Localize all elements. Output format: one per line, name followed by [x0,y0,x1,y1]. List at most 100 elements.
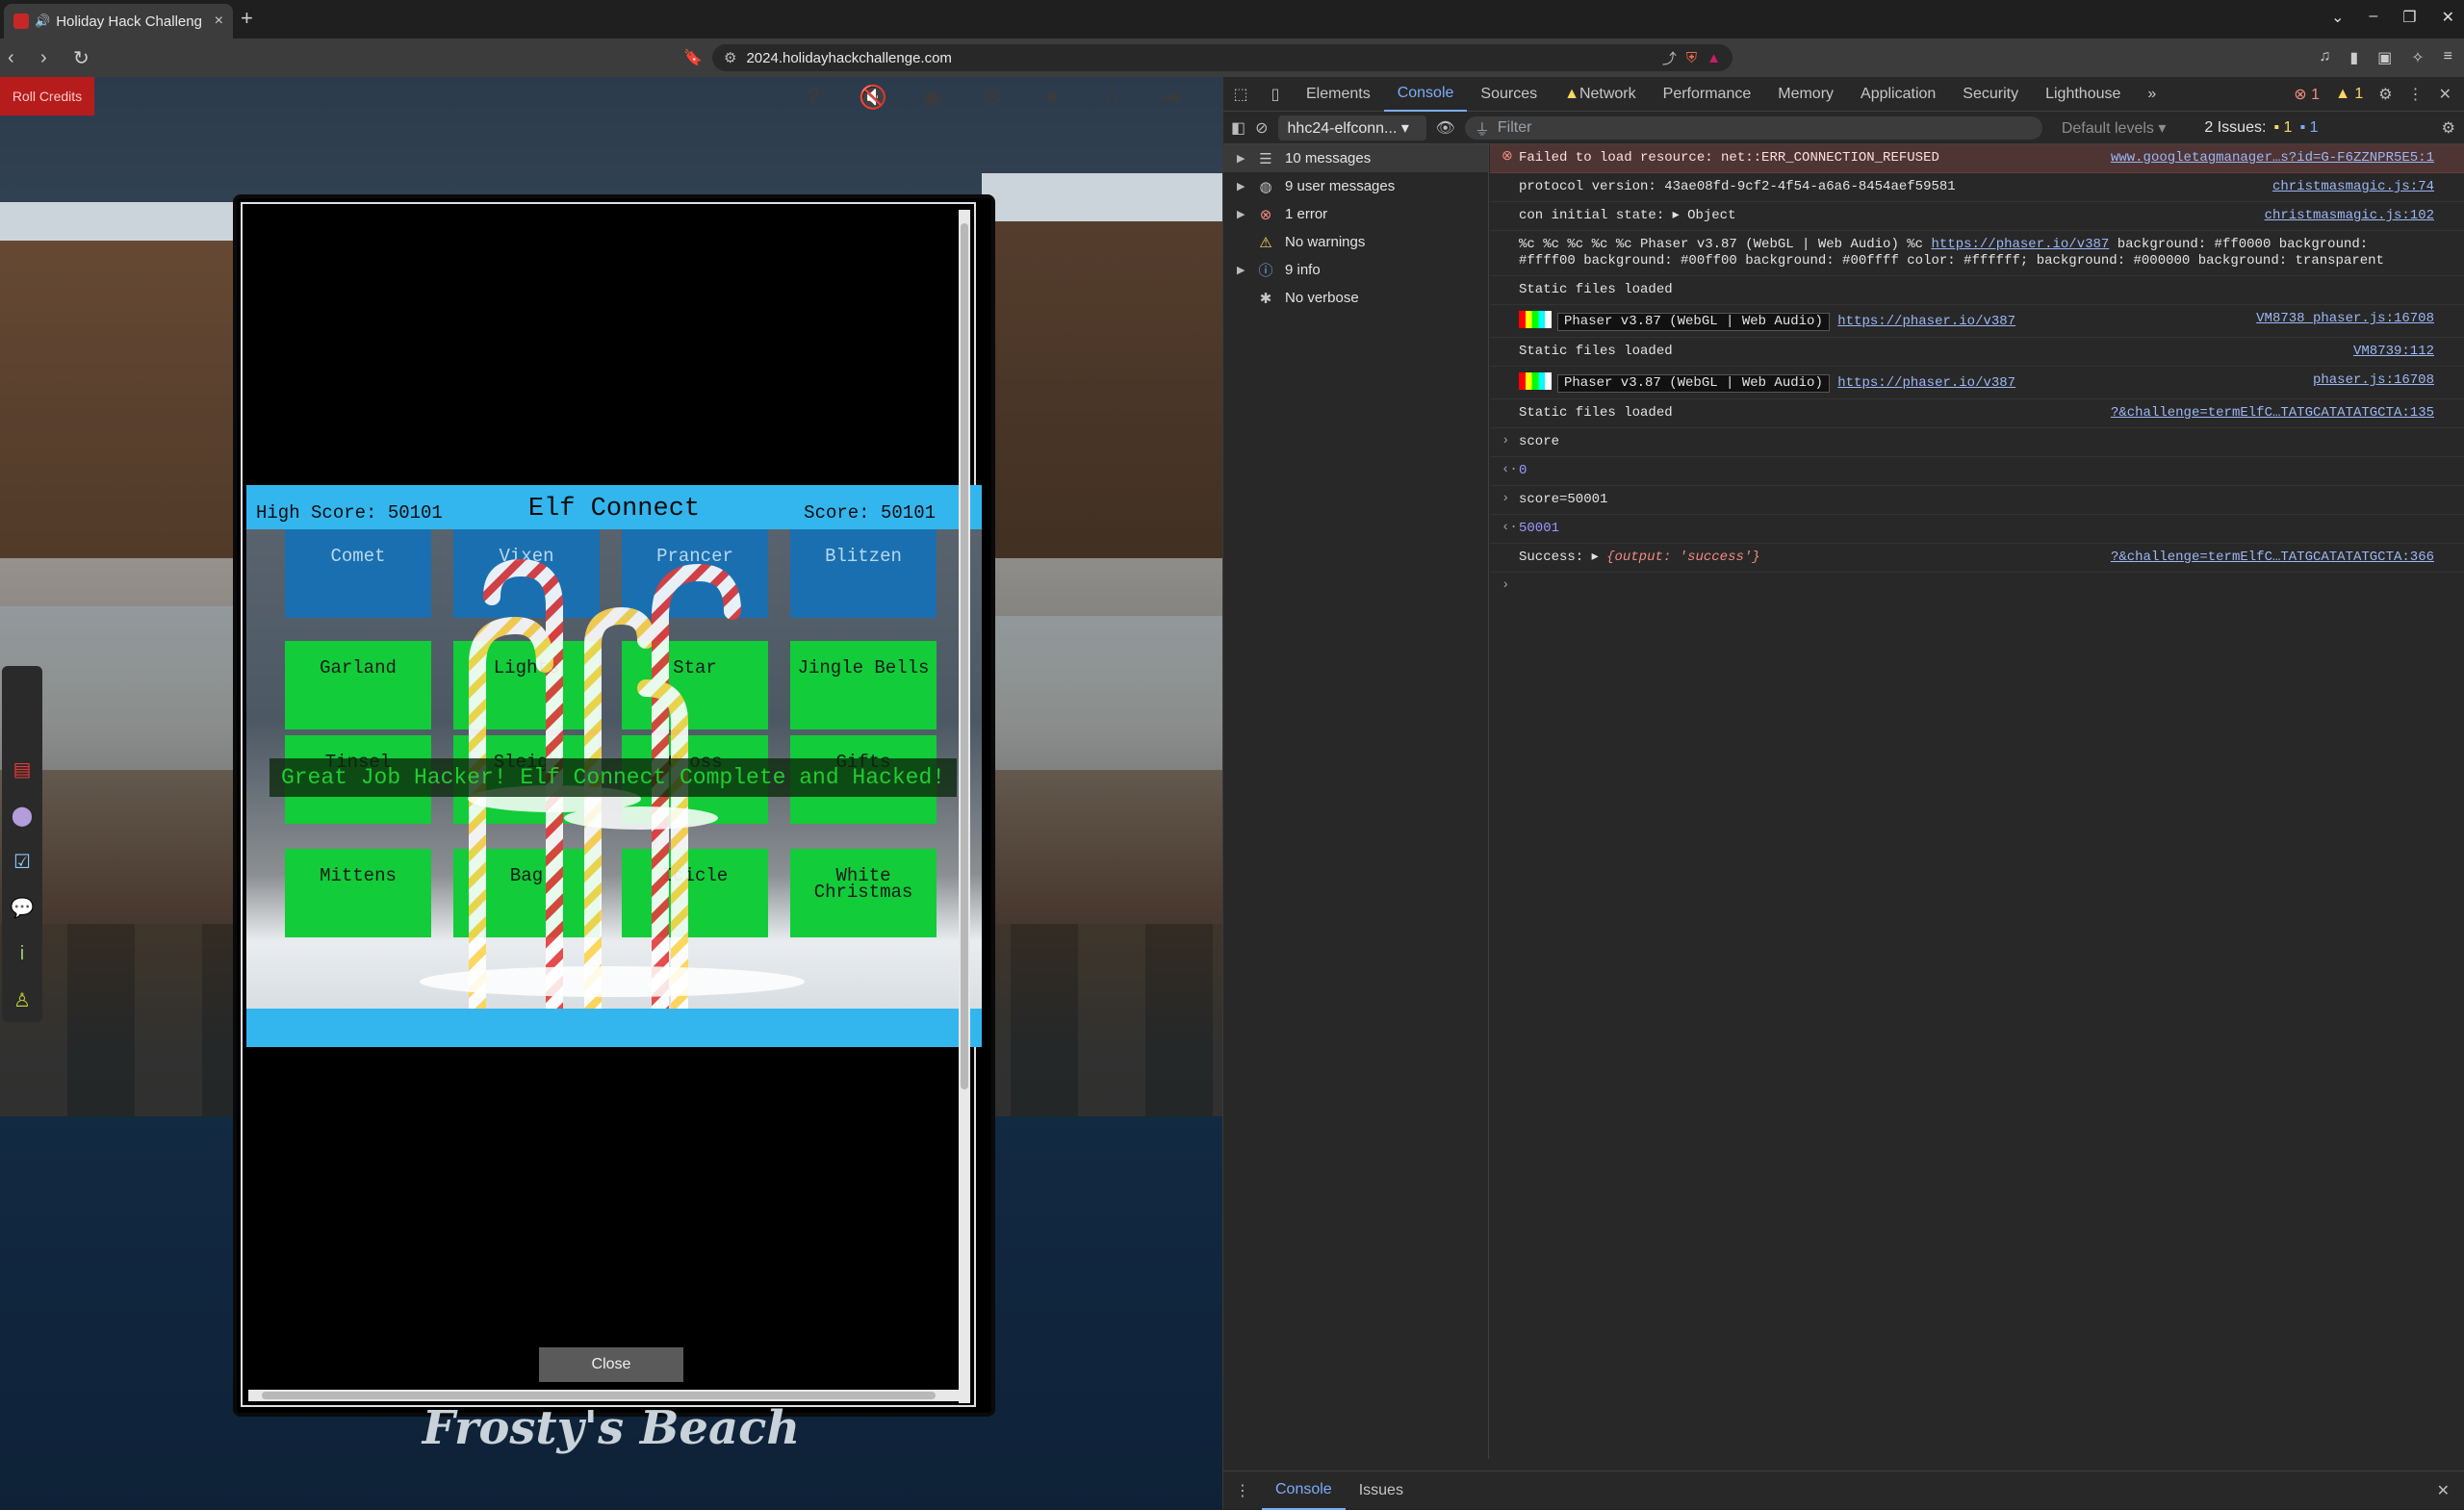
discord-icon[interactable]: ◉ [918,83,947,112]
source-link[interactable]: VM8738 phaser.js:16708 [2248,311,2434,327]
expand-object-icon[interactable]: ▸ [1673,208,1687,223]
close-devtools-icon[interactable]: ✕ [2439,85,2451,104]
tab-network[interactable]: ▲ Network [1551,77,1650,112]
tab-performance[interactable]: Performance [1650,77,1765,112]
forward-icon[interactable]: › [40,47,65,69]
map-pin-icon[interactable]: ⬤ [10,803,35,828]
roll-credits-button[interactable]: Roll Credits [0,77,94,115]
expand-triangle-icon[interactable]: ▶ [1237,152,1246,165]
expand-triangle-icon[interactable]: ▶ [1237,180,1246,192]
sidebar-item-list[interactable]: ▶ ☰ 10 messages [1223,144,1488,172]
source-link[interactable]: christmasmagic.js:74 [2265,179,2434,195]
book-icon[interactable]: ▤ [10,756,35,781]
browser-tab[interactable]: 🔊 Holiday Hack Challeng × [4,4,233,38]
expand-triangle-icon[interactable]: ▶ [1237,264,1246,276]
tile-jingle-bells[interactable]: Jingle Bells [790,641,937,729]
source-link[interactable]: VM8739:112 [2346,344,2434,360]
tile-prancer[interactable]: Prancer [622,529,768,618]
expand-object-icon[interactable]: ▸ [1592,550,1606,565]
sidebar-item-error[interactable]: ▶ ⊗ 1 error [1223,200,1488,228]
drawer-tab-console[interactable]: Console [1262,1472,1346,1510]
vertical-scrollbar[interactable] [959,210,970,1403]
drawer-menu-icon[interactable]: ⋮ [1223,1481,1262,1500]
menu-icon[interactable]: ≡ [2444,48,2452,67]
reload-icon[interactable]: ↻ [73,46,98,70]
leo-icon[interactable]: ✧ [2411,48,2424,67]
close-window-icon[interactable]: ✕ [2442,8,2454,27]
share-icon[interactable]: ⤴ [1662,48,1677,68]
more-tabs-icon[interactable]: » [2134,77,2169,112]
logout-icon[interactable]: ⇥ [1157,83,1186,112]
address-bar[interactable]: ⚙ 2024.holidayhackchallenge.com ⤴ ⛨ ▲ [712,44,1732,71]
context-selector[interactable]: hhc24-elfconn... ▾ [1277,115,1426,141]
log-levels-dropdown[interactable]: Default levels ▾ [2062,118,2167,138]
minimize-icon[interactable]: – [2369,8,2377,27]
object-preview[interactable]: {output: 'success'} [1606,550,1760,565]
bookmark-icon[interactable]: 🔖 [683,48,703,67]
audio-icon[interactable]: 🔊 [35,13,50,29]
close-drawer-icon[interactable]: ✕ [2437,1481,2464,1500]
home-icon[interactable]: ⌂ [1097,83,1126,112]
sidebar-item-warning[interactable]: ⚠ No warnings [1223,228,1488,256]
tile-bag[interactable]: Bag [453,849,600,937]
phaser-link[interactable]: https://phaser.io/v387 [1837,375,2015,391]
tab-lighthouse[interactable]: Lighthouse [2032,77,2134,112]
expand-triangle-icon[interactable]: ▶ [1237,208,1246,220]
profile-icon[interactable]: ● [1038,83,1066,112]
inspect-icon[interactable]: ⬚ [1223,85,1258,104]
scrollbar-thumb[interactable] [262,1392,936,1399]
tile-vixen[interactable]: Vixen [453,529,600,618]
chat-icon[interactable]: 💬 [10,895,35,920]
back-icon[interactable]: ‹ [8,47,33,69]
tab-memory[interactable]: Memory [1764,77,1847,112]
tile-mittens[interactable]: Mittens [285,849,431,937]
source-link[interactable]: christmasmagic.js:102 [2257,208,2434,224]
settings-icon[interactable]: ⚙ [2378,85,2392,104]
info-icon[interactable]: i [10,941,35,966]
objectives-icon[interactable]: ☑ [10,849,35,874]
maximize-icon[interactable]: ❐ [2402,8,2416,27]
device-toolbar-icon[interactable]: ▯ [1258,85,1293,104]
tab-application[interactable]: Application [1847,77,1949,112]
sidebar-item-user[interactable]: ▶ ◍ 9 user messages [1223,172,1488,200]
console-settings-icon[interactable]: ⚙ [2442,118,2464,138]
tab-sources[interactable]: Sources [1467,77,1551,112]
tile-lights[interactable]: Lights [453,641,600,729]
media-icon[interactable]: ♫ [2319,48,2330,67]
filter-input[interactable]: ⏚ Filter [1464,115,2042,140]
settings-icon[interactable]: ⚙ [978,83,1007,112]
sidebar-icon[interactable]: ▮ [2349,48,2358,67]
site-info-icon[interactable]: ⚙ [724,49,736,66]
source-link[interactable]: ?&challenge=termElfC…TATGCATATATGCTA:366 [2103,550,2434,566]
tab-elements[interactable]: Elements [1293,77,1384,112]
tab-console[interactable]: Console [1383,77,1468,112]
drawer-tab-issues[interactable]: Issues [1346,1473,1417,1508]
live-expression-icon[interactable]: 👁 [1436,118,1455,138]
help-icon[interactable]: ? [799,83,828,112]
phaser-link[interactable]: https://phaser.io/v387 [1931,237,2109,252]
object-preview[interactable]: Object [1687,208,1735,223]
tile-blitzen[interactable]: Blitzen [790,529,937,618]
close-tab-icon[interactable]: × [215,13,223,30]
tile-star[interactable]: Star [622,641,768,729]
mute-icon[interactable]: 🔇 [859,83,887,112]
more-options-icon[interactable]: ⋮ [2408,85,2424,104]
tile-comet[interactable]: Comet [285,529,431,618]
tab-security[interactable]: Security [1949,77,2032,112]
clear-console-icon[interactable]: ⊘ [1255,118,1268,138]
tile-garland[interactable]: Garland [285,641,431,729]
tab-search-icon[interactable]: ⌄ [2331,8,2344,27]
wallet-icon[interactable]: ▣ [2377,48,2392,67]
close-button[interactable]: Close [539,1347,683,1382]
sidebar-toggle-icon[interactable]: ◧ [1231,118,1245,138]
sidebar-item-info[interactable]: ▶ ⓘ 9 info [1223,256,1488,284]
source-link[interactable]: phaser.js:16708 [2305,372,2434,389]
brave-shield-icon[interactable]: ⛨ [1686,50,1697,66]
horizontal-scrollbar[interactable] [248,1390,968,1401]
badge-icon[interactable]: ♙ [10,987,35,1012]
source-link[interactable]: www.googletagmanager…s?id=G-F6ZZNPR5E5:1 [2102,150,2434,166]
console-prompt-row[interactable]: › [1490,573,2464,601]
warning-count-badge[interactable]: ▲ 1 [2335,86,2363,103]
brave-rewards-icon[interactable]: ▲ [1707,50,1721,66]
scrollbar-thumb[interactable] [961,223,968,1089]
